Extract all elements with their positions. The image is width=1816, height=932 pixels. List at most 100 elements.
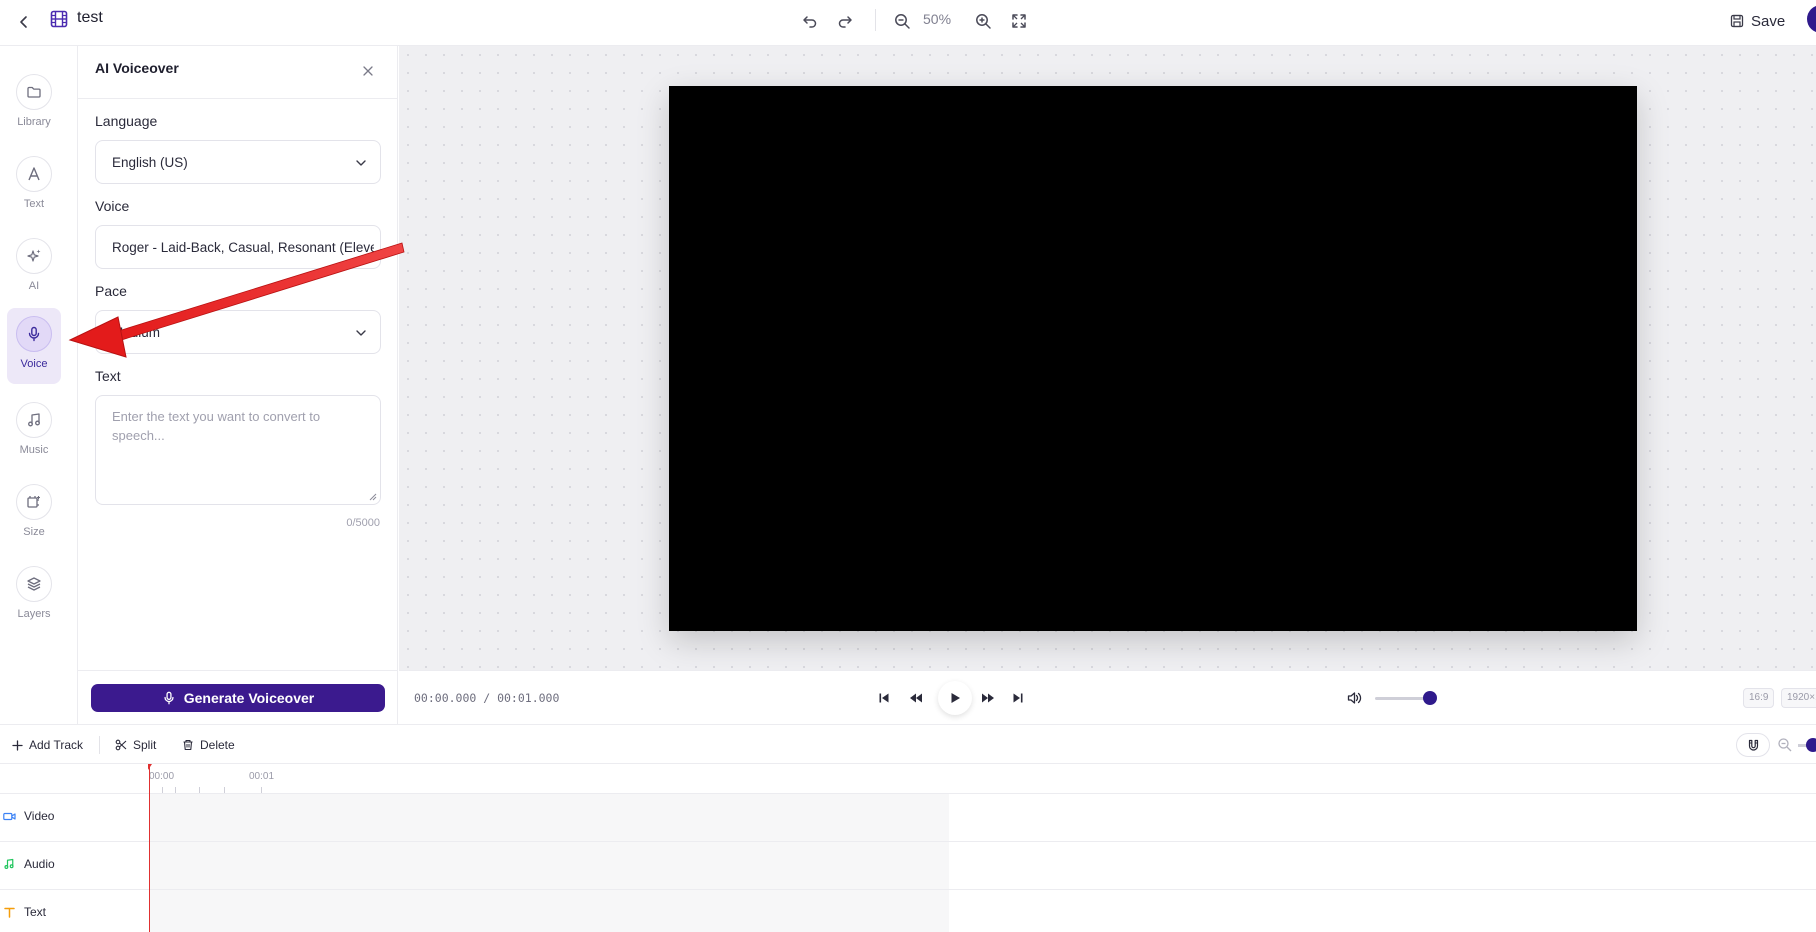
back-button[interactable] xyxy=(12,10,36,34)
generate-label: Generate Voiceover xyxy=(183,690,315,706)
language-label: Language xyxy=(95,113,158,129)
voice-label: Voice xyxy=(95,198,130,214)
resize-icon xyxy=(27,496,40,508)
rail-item-size[interactable]: Size xyxy=(7,476,61,552)
user-avatar[interactable] xyxy=(1807,5,1816,33)
pace-select[interactable]: Medium xyxy=(95,310,381,354)
microphone-icon xyxy=(28,326,40,342)
layers-icon xyxy=(27,577,41,591)
tool-rail: Library Text AI Voice Music Size Layers xyxy=(0,46,78,724)
speech-text-input[interactable]: Enter the text you want to convert to sp… xyxy=(95,395,381,505)
voice-value: Roger - Laid-Back, Casual, Resonant (Ele… xyxy=(112,240,374,255)
track-header: Video xyxy=(2,809,54,823)
play-button[interactable] xyxy=(938,681,972,715)
video-preview[interactable] xyxy=(669,86,1637,631)
playback-bar: 00:00.000 / 00:01.000 16:9 1920×1080 xyxy=(399,670,1816,724)
add-track-button[interactable]: Add Track xyxy=(12,736,83,754)
generate-voiceover-button[interactable]: Generate Voiceover xyxy=(91,684,385,712)
rail-item-ai[interactable]: AI xyxy=(7,230,61,306)
rail-item-text[interactable]: Text xyxy=(7,148,61,224)
rail-label: Layers xyxy=(17,608,51,620)
pace-label: Pace xyxy=(95,283,127,299)
resize-grip-icon[interactable] xyxy=(369,493,377,501)
resolution-badge[interactable]: 1920×1080 xyxy=(1781,688,1816,708)
rail-label: Size xyxy=(23,526,45,538)
rail-item-library[interactable]: Library xyxy=(7,66,61,142)
undo-icon xyxy=(803,16,817,28)
snap-toggle-button[interactable] xyxy=(1736,733,1770,757)
aspect-ratio-badge[interactable]: 16:9 xyxy=(1743,688,1775,708)
skip-back-icon xyxy=(879,693,889,703)
microphone-icon xyxy=(164,691,174,705)
timeline-ruler[interactable]: 00:00 00:01 xyxy=(149,765,949,793)
expand-icon xyxy=(1012,14,1026,28)
chevron-down-icon xyxy=(356,160,366,166)
rewind-button[interactable] xyxy=(903,685,929,711)
preview-canvas[interactable] xyxy=(399,46,1816,670)
save-label: Save xyxy=(1751,12,1786,30)
track-lane[interactable] xyxy=(149,842,949,889)
language-value: English (US) xyxy=(112,155,188,170)
rail-label: Voice xyxy=(20,358,48,370)
split-button[interactable]: Split xyxy=(115,736,156,754)
volume-slider-handle[interactable] xyxy=(1423,691,1437,705)
rail-label: Library xyxy=(17,116,51,128)
text-label: Text xyxy=(95,368,121,384)
playhead[interactable] xyxy=(149,766,150,932)
rail-item-voice[interactable]: Voice xyxy=(7,308,61,384)
mute-button[interactable] xyxy=(1341,685,1367,711)
volume-icon xyxy=(1347,692,1361,704)
undo-button[interactable] xyxy=(797,8,823,34)
track-lane[interactable] xyxy=(149,794,949,841)
track-text[interactable]: Text xyxy=(0,889,1816,932)
trash-icon xyxy=(183,739,193,751)
delete-button[interactable]: Delete xyxy=(182,736,235,754)
timeline-zoom-handle[interactable] xyxy=(1806,738,1816,752)
video-icon xyxy=(2,809,16,823)
pace-value: Medium xyxy=(112,325,161,340)
fit-screen-button[interactable] xyxy=(1006,8,1032,34)
redo-button[interactable] xyxy=(832,8,858,34)
zoom-in-button[interactable] xyxy=(970,8,996,34)
rail-label: AI xyxy=(28,280,40,292)
track-label: Video xyxy=(24,809,55,823)
zoom-in-icon xyxy=(975,13,991,29)
play-icon xyxy=(951,693,960,703)
character-counter: 0/5000 xyxy=(346,517,380,529)
voice-select[interactable]: Roger - Laid-Back, Casual, Resonant (Ele… xyxy=(95,225,381,269)
track-video[interactable]: Video xyxy=(0,793,1816,841)
panel-footer-divider xyxy=(78,670,398,671)
ruler-label: 00:01 xyxy=(249,771,275,782)
fast-forward-button[interactable] xyxy=(975,685,1001,711)
add-track-label: Add Track xyxy=(29,738,84,752)
folder-icon xyxy=(27,86,41,98)
film-icon xyxy=(50,10,68,28)
rail-label: Music xyxy=(19,444,49,456)
track-audio[interactable]: Audio xyxy=(0,841,1816,889)
track-lane[interactable] xyxy=(149,890,949,932)
panel-divider xyxy=(78,98,398,99)
skip-to-start-button[interactable] xyxy=(871,685,897,711)
track-header: Audio xyxy=(2,857,55,871)
split-label: Split xyxy=(133,738,157,752)
zoom-out-button[interactable] xyxy=(889,8,915,34)
language-select[interactable]: English (US) xyxy=(95,140,381,184)
toolbar-divider xyxy=(99,736,100,754)
project-title[interactable]: test xyxy=(77,9,103,27)
scissors-icon xyxy=(115,739,127,751)
timeline-toolbar: Add Track Split Delete xyxy=(0,724,1816,764)
rail-item-music[interactable]: Music xyxy=(7,394,61,470)
skip-to-end-button[interactable] xyxy=(1005,685,1031,711)
playhead-handle[interactable] xyxy=(148,764,155,770)
rewind-icon xyxy=(910,693,922,703)
magnet-icon xyxy=(1748,739,1758,751)
plus-icon xyxy=(12,739,23,751)
zoom-level: 50% xyxy=(923,11,952,27)
voiceover-panel: AI Voiceover Language English (US) Voice… xyxy=(78,46,398,724)
save-button[interactable]: Save xyxy=(1730,8,1785,34)
timeline-zoom-out-icon[interactable] xyxy=(1777,737,1793,753)
rail-item-layers[interactable]: Layers xyxy=(7,558,61,634)
music-icon xyxy=(28,413,40,427)
timecode: 00:00.000 / 00:01.000 xyxy=(414,691,560,705)
close-panel-button[interactable] xyxy=(359,62,377,80)
